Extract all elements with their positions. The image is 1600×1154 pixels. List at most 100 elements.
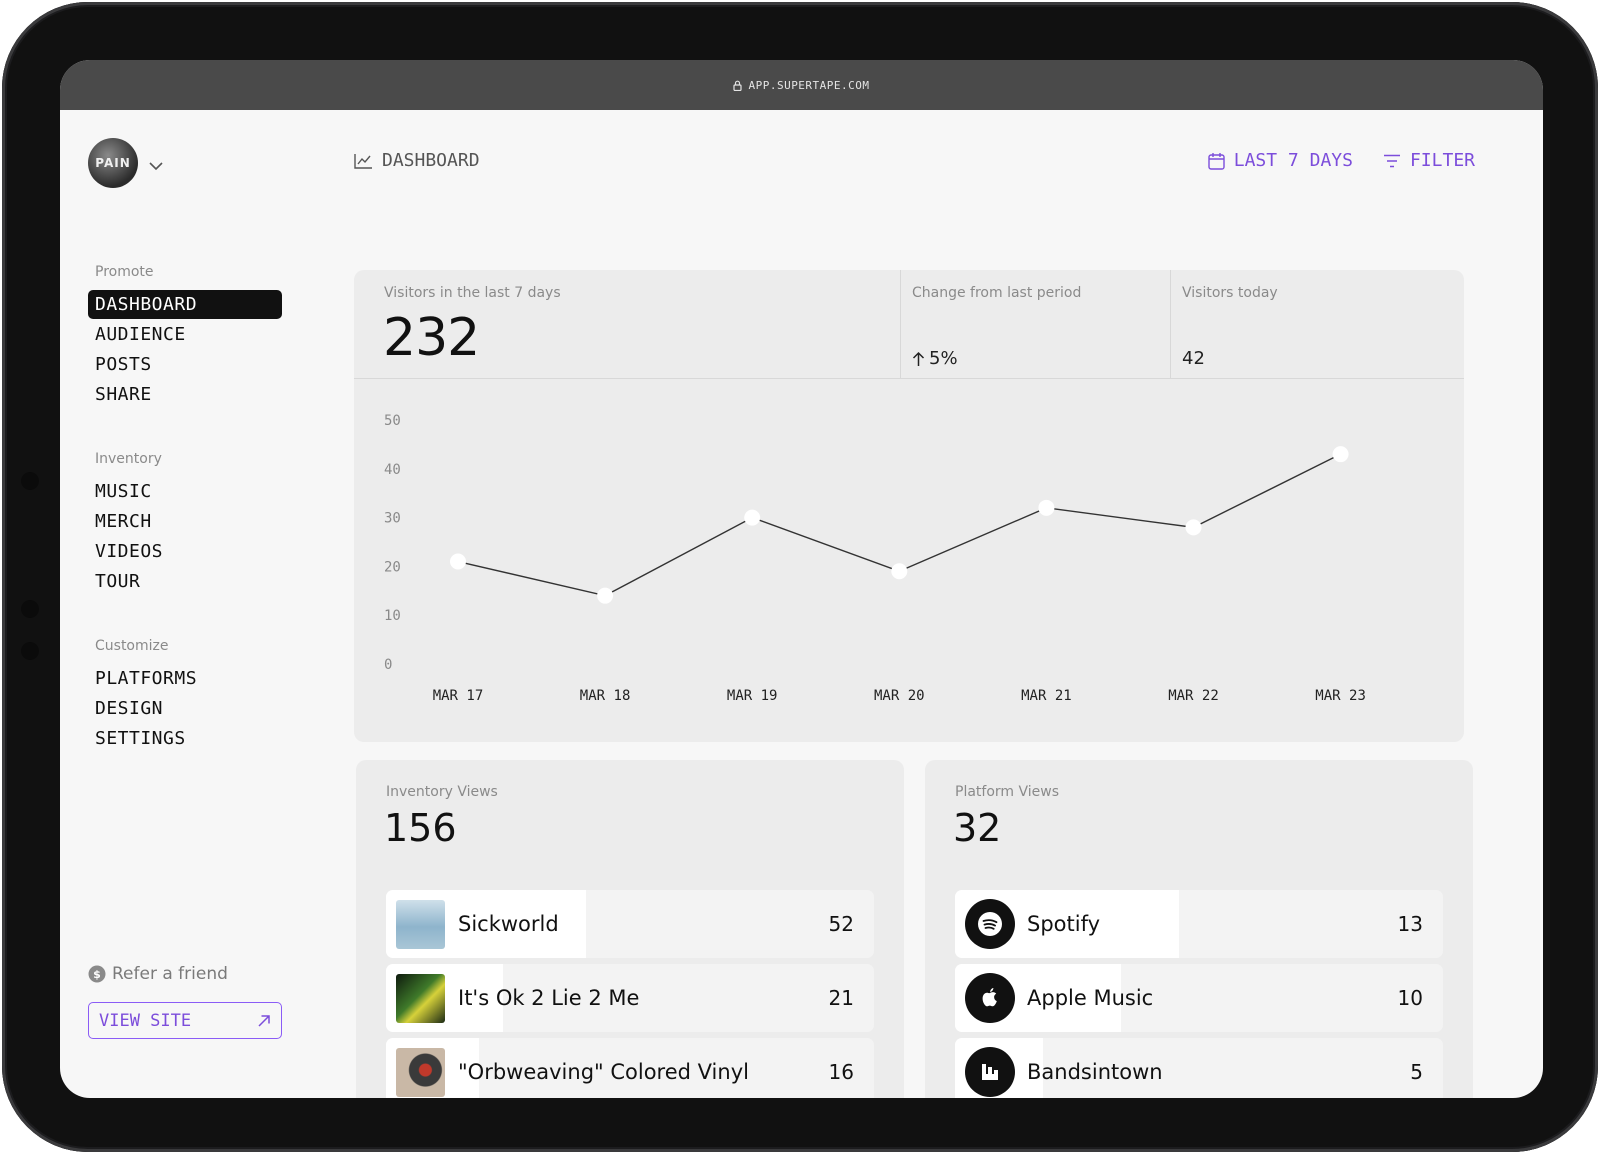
visitors-total-cell: Visitors in the last 7 days 232 — [354, 270, 900, 378]
x-tick-label: MAR 21 — [1021, 688, 1072, 704]
today-value: 42 — [1182, 348, 1205, 369]
page-title: DASHBOARD — [354, 150, 480, 171]
sidebar-item-merch[interactable]: MERCH — [88, 507, 282, 536]
video-thumbnail — [396, 974, 445, 1023]
inventory-row-sickworld[interactable]: Sickworld 52 — [386, 890, 874, 958]
sidebar-item-tour[interactable]: TOUR — [88, 567, 282, 596]
filter-label: FILTER — [1409, 150, 1475, 171]
platform-row-apple-music[interactable]: Apple Music 10 — [955, 964, 1443, 1032]
inventory-item-name: It's Ok 2 Lie 2 Me — [458, 986, 640, 1010]
platform-row-spotify[interactable]: Spotify 13 — [955, 890, 1443, 958]
x-tick-label: MAR 22 — [1168, 688, 1219, 704]
inventory-item-count: 21 — [828, 986, 854, 1010]
nav-section-promote: Promote — [95, 264, 154, 280]
platform-total: 32 — [953, 806, 1002, 850]
url-text: APP.SUPERTAPE.COM — [748, 78, 870, 92]
nav-section-customize: Customize — [95, 638, 169, 654]
data-point[interactable] — [1038, 499, 1055, 516]
sensor-dot — [21, 600, 39, 618]
dollar-icon: $ — [88, 965, 106, 983]
platform-views-card: Platform Views 32 Spotify 13 Apple Music… — [925, 760, 1473, 1098]
data-point[interactable] — [744, 509, 761, 526]
y-tick-label: 30 — [384, 511, 401, 527]
avatar-text: PAIN — [95, 156, 131, 170]
data-point[interactable] — [1185, 519, 1202, 536]
arrow-up-right-icon — [258, 1014, 270, 1027]
sidebar-item-audience[interactable]: AUDIENCE — [88, 320, 282, 349]
nav-section-inventory: Inventory — [95, 451, 162, 467]
x-tick-label: MAR 18 — [580, 688, 631, 704]
vinyl-thumbnail — [396, 1048, 445, 1097]
inventory-row-its-ok[interactable]: It's Ok 2 Lie 2 Me 21 — [386, 964, 874, 1032]
sidebar-item-music[interactable]: MUSIC — [88, 477, 282, 506]
inventory-row-vinyl[interactable]: "Orbweaving" Colored Vinyl 16 — [386, 1038, 874, 1098]
y-tick-label: 20 — [384, 559, 401, 575]
x-tick-label: MAR 19 — [727, 688, 778, 704]
view-site-label: VIEW SITE — [99, 1010, 192, 1031]
sidebar-item-videos[interactable]: VIDEOS — [88, 537, 282, 566]
inventory-total: 156 — [384, 806, 457, 850]
change-label: Change from last period — [912, 285, 1082, 301]
album-art-thumbnail — [396, 900, 445, 949]
data-point[interactable] — [450, 553, 466, 570]
date-range-button[interactable]: LAST 7 DAYS — [1208, 150, 1353, 171]
sidebar-item-platforms[interactable]: PLATFORMS — [88, 664, 282, 693]
address-bar[interactable]: APP.SUPERTAPE.COM — [60, 60, 1543, 110]
refer-a-friend-link[interactable]: $ Refer a friend — [88, 964, 228, 984]
sensor-dot — [21, 642, 39, 660]
platform-row-bandsintown[interactable]: Bandsintown 5 — [955, 1038, 1443, 1098]
inventory-item-count: 16 — [828, 1060, 854, 1084]
visitors-value: 232 — [383, 308, 480, 368]
sidebar-item-dashboard[interactable]: DASHBOARD — [88, 290, 282, 319]
screen: APP.SUPERTAPE.COM PAIN DASHBOARD LAST 7 … — [60, 60, 1543, 1098]
today-label: Visitors today — [1182, 285, 1278, 301]
inventory-label: Inventory Views — [386, 784, 498, 800]
sidebar-item-posts[interactable]: POSTS — [88, 350, 282, 379]
sidebar-item-share[interactable]: SHARE — [88, 380, 282, 409]
visitors-card: Visitors in the last 7 days 232 Change f… — [354, 270, 1464, 742]
inventory-views-card: Inventory Views 156 Sickworld 52 It's Ok… — [356, 760, 904, 1098]
visitors-line-chart: 0 10 20 30 40 50 MAR 17 MAR 18 MAR 19 MAR 20 MAR 2… — [384, 413, 1366, 704]
inventory-item-count: 52 — [828, 912, 854, 936]
data-point[interactable] — [1332, 446, 1349, 463]
filter-button[interactable]: FILTER — [1383, 150, 1475, 171]
x-tick-label: MAR 17 — [433, 688, 484, 704]
change-value: 5% — [929, 348, 958, 369]
change-cell: Change from last period 5% — [900, 270, 1171, 378]
chart-line-icon — [354, 153, 372, 169]
platform-label: Platform Views — [955, 784, 1060, 800]
avatar[interactable]: PAIN — [88, 138, 138, 188]
date-range-label: LAST 7 DAYS — [1233, 150, 1353, 171]
calendar-icon — [1208, 152, 1225, 170]
inventory-item-name: Sickworld — [458, 912, 559, 936]
apple-icon — [965, 973, 1015, 1023]
svg-text:$: $ — [93, 968, 101, 981]
bandsintown-icon — [965, 1047, 1015, 1097]
x-tick-label: MAR 20 — [874, 688, 925, 704]
platform-count: 13 — [1397, 912, 1423, 936]
y-tick-label: 0 — [384, 657, 392, 673]
chevron-down-icon[interactable] — [148, 156, 164, 175]
arrow-up-icon — [912, 351, 925, 366]
x-tick-label: MAR 23 — [1315, 688, 1366, 704]
camera-dot — [21, 472, 39, 490]
view-site-button[interactable]: VIEW SITE — [88, 1002, 282, 1039]
spotify-icon — [965, 899, 1015, 949]
inventory-item-name: "Orbweaving" Colored Vinyl — [458, 1060, 749, 1084]
today-cell: Visitors today 42 — [1170, 270, 1464, 378]
platform-name: Apple Music — [1027, 986, 1154, 1010]
sidebar-item-design[interactable]: DESIGN — [88, 694, 282, 723]
sidebar-item-settings[interactable]: SETTINGS — [88, 724, 282, 753]
y-tick-label: 10 — [384, 608, 401, 624]
platform-count: 5 — [1410, 1060, 1423, 1084]
lock-icon — [733, 80, 743, 91]
platform-count: 10 — [1397, 986, 1423, 1010]
platform-name: Bandsintown — [1027, 1060, 1163, 1084]
data-point[interactable] — [597, 587, 614, 604]
tablet-frame: APP.SUPERTAPE.COM PAIN DASHBOARD LAST 7 … — [2, 2, 1598, 1152]
data-point[interactable] — [891, 563, 908, 580]
change-value-group: 5% — [912, 348, 958, 369]
page-title-text: DASHBOARD — [382, 150, 480, 171]
refer-label: Refer a friend — [112, 964, 228, 984]
platform-name: Spotify — [1027, 912, 1101, 936]
